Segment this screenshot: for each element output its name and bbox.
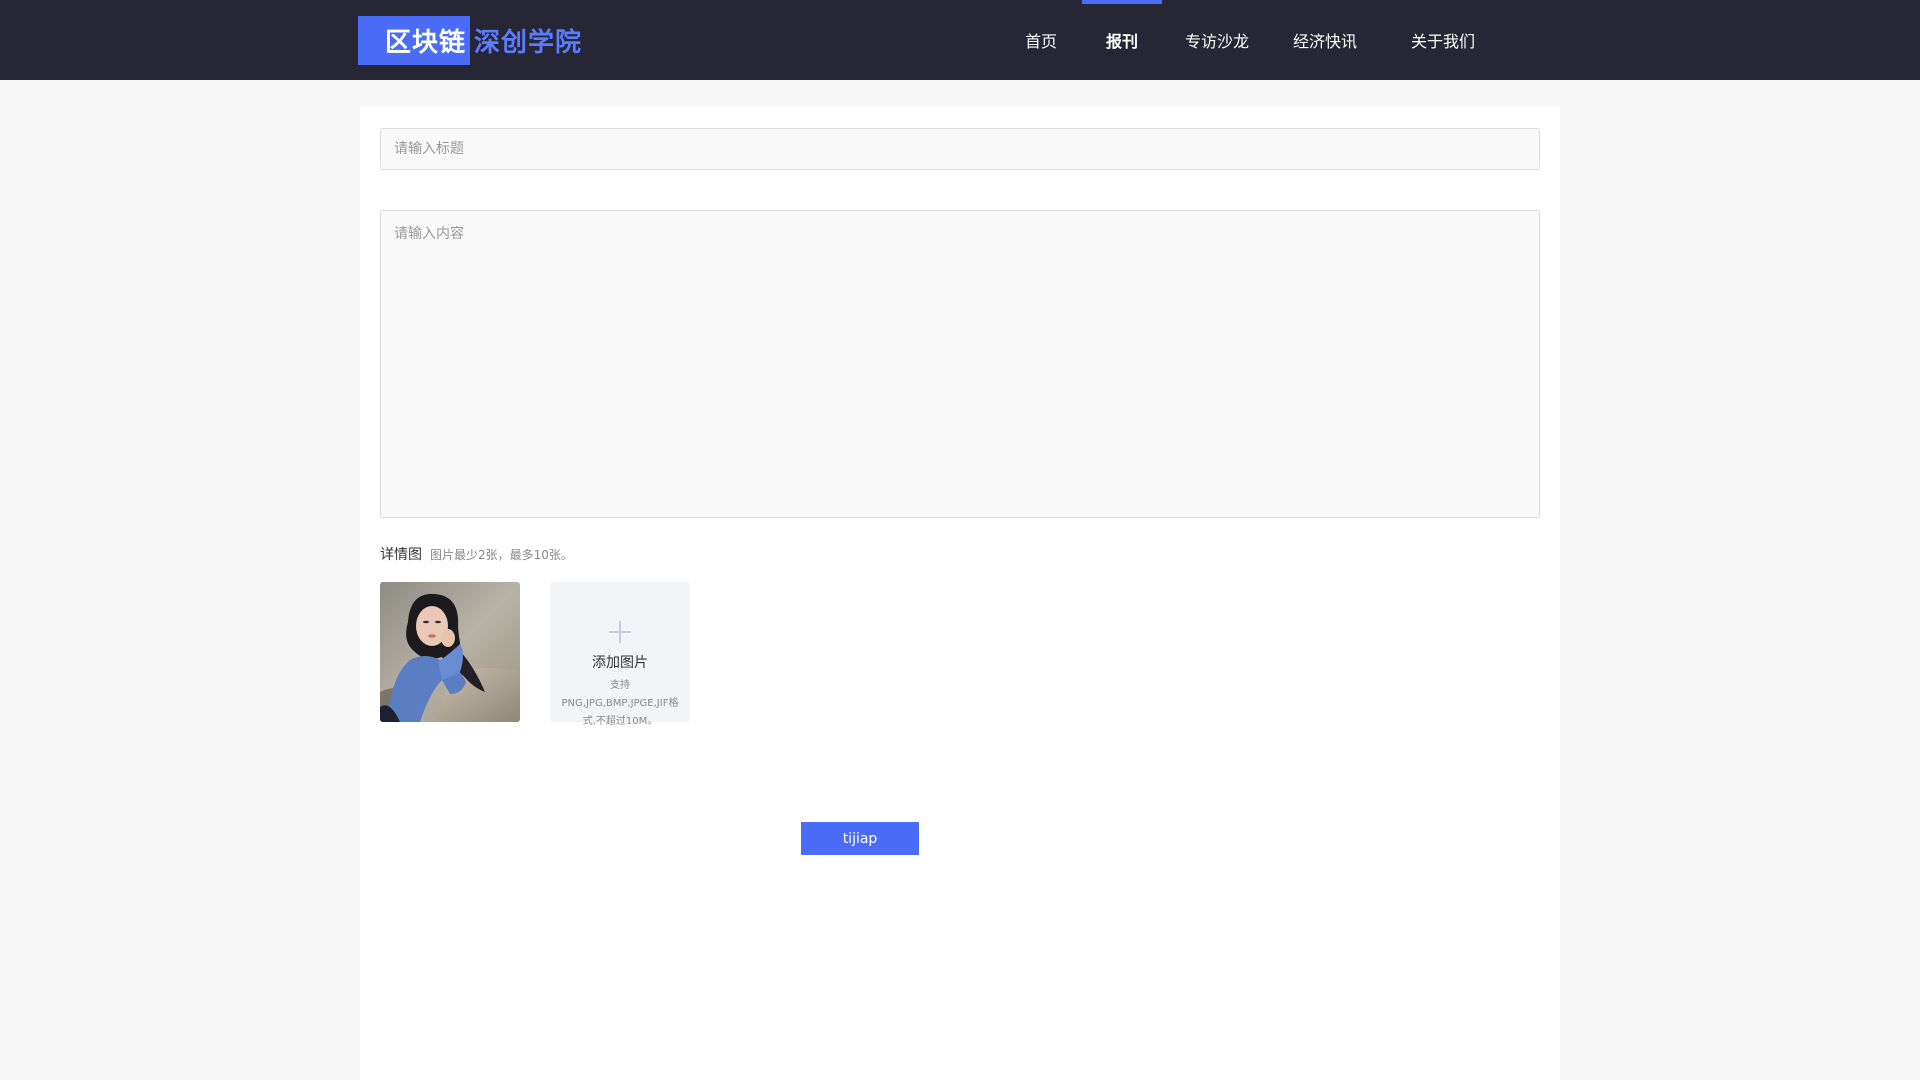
logo-main-text: 区块链 — [384, 28, 466, 58]
nav-item-about-us[interactable]: 关于我们 — [1378, 0, 1508, 80]
main-nav: 首页 报刊 专访沙龙 经济快讯 关于我们 — [1000, 0, 1508, 80]
nav-item-newspaper[interactable]: 报刊 — [1082, 0, 1162, 80]
top-navigation-bar: 区块链 深创学院 首页 报刊 专访沙龙 经济快讯 关于我们 — [0, 0, 1920, 80]
nav-item-label: 报刊 — [1105, 32, 1138, 51]
detail-images-label: 详情图 — [380, 547, 422, 563]
nav-item-interview-salon[interactable]: 专访沙龙 — [1162, 0, 1272, 80]
add-image-label: 添加图片 — [592, 655, 648, 671]
add-image-button[interactable]: 添加图片 支持PNG,JPG,BMP,JPGE,JIF格式,不超过10M。 — [550, 582, 690, 727]
site-logo[interactable]: 区块链 深创学院 — [358, 16, 582, 65]
detail-images-hint: 图片最少2张，最多10张。 — [430, 548, 573, 562]
title-input[interactable] — [380, 128, 1540, 170]
uploaded-image-thumbnail[interactable] — [380, 582, 520, 722]
nav-item-label: 经济快讯 — [1292, 32, 1357, 51]
logo-sub-text: 深创学院 — [474, 28, 583, 58]
nav-item-label: 首页 — [1024, 32, 1057, 51]
content-textarea[interactable] — [380, 210, 1540, 518]
portrait-photo-image — [380, 582, 520, 722]
submit-button[interactable]: tijiap — [801, 822, 919, 855]
detail-images-header: 详情图 图片最少2张，最多10张。 — [380, 544, 573, 564]
add-image-hint: 支持PNG,JPG,BMP,JPGE,JIF格式,不超过10M。 — [561, 680, 679, 727]
publish-form-panel: 详情图 图片最少2张，最多10张。 — [360, 106, 1560, 1080]
plus-icon — [609, 621, 631, 643]
nav-item-label: 专访沙龙 — [1184, 32, 1249, 51]
nav-item-economic-news[interactable]: 经济快讯 — [1272, 0, 1378, 80]
nav-item-home[interactable]: 首页 — [1000, 0, 1082, 80]
nav-item-label: 关于我们 — [1410, 32, 1475, 51]
logo-badge: 区块链 — [358, 16, 470, 65]
